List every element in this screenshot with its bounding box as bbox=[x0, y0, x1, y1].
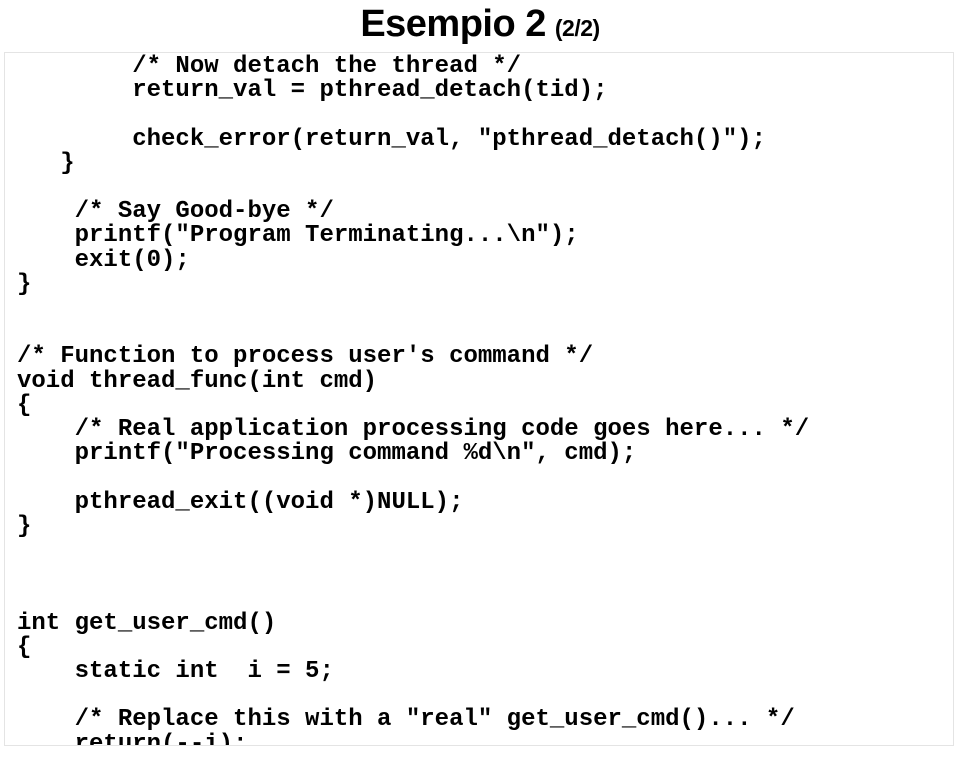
code-line: /* Real application processing code goes… bbox=[17, 416, 810, 444]
slide-title-main: Esempio 2 bbox=[360, 3, 546, 45]
code-line: return_val = pthread_detach(tid); bbox=[17, 77, 608, 105]
code-line: pthread_exit((void *)NULL); bbox=[17, 488, 464, 516]
code-line: { bbox=[17, 633, 32, 661]
code-line: check_error(return_val, "pthread_detach(… bbox=[17, 125, 766, 153]
code-line: int get_user_cmd() bbox=[17, 609, 277, 637]
code-line: /* Function to process user's command */ bbox=[17, 343, 594, 371]
code-line: } bbox=[17, 512, 32, 540]
code-listing: /* Now detach the thread */ return_val =… bbox=[17, 53, 810, 746]
code-line: } bbox=[17, 270, 32, 298]
code-line: static int i = 5; bbox=[17, 658, 334, 686]
slide-title-part-indicator: (2/2) bbox=[554, 15, 600, 41]
slide-content-box: /* Now detach the thread */ return_val =… bbox=[4, 52, 954, 746]
code-line: exit(0); bbox=[17, 246, 190, 274]
code-line: return(--i); bbox=[17, 730, 248, 746]
code-line: /* Replace this with a "real" get_user_c… bbox=[17, 706, 795, 734]
code-line: printf("Processing command %d\n", cmd); bbox=[17, 440, 637, 468]
code-line: void thread_func(int cmd) bbox=[17, 367, 378, 395]
slide-root: Esempio 2 (2/2) /* Now detach the thread … bbox=[0, 0, 960, 760]
code-line: } bbox=[17, 149, 75, 177]
code-line: /* Now detach the thread */ bbox=[17, 53, 522, 80]
code-line: printf("Program Terminating...\n"); bbox=[17, 222, 579, 250]
slide-title: Esempio 2 (2/2) bbox=[0, 0, 960, 50]
code-line: { bbox=[17, 391, 32, 419]
code-line: /* Say Good-bye */ bbox=[17, 198, 334, 226]
